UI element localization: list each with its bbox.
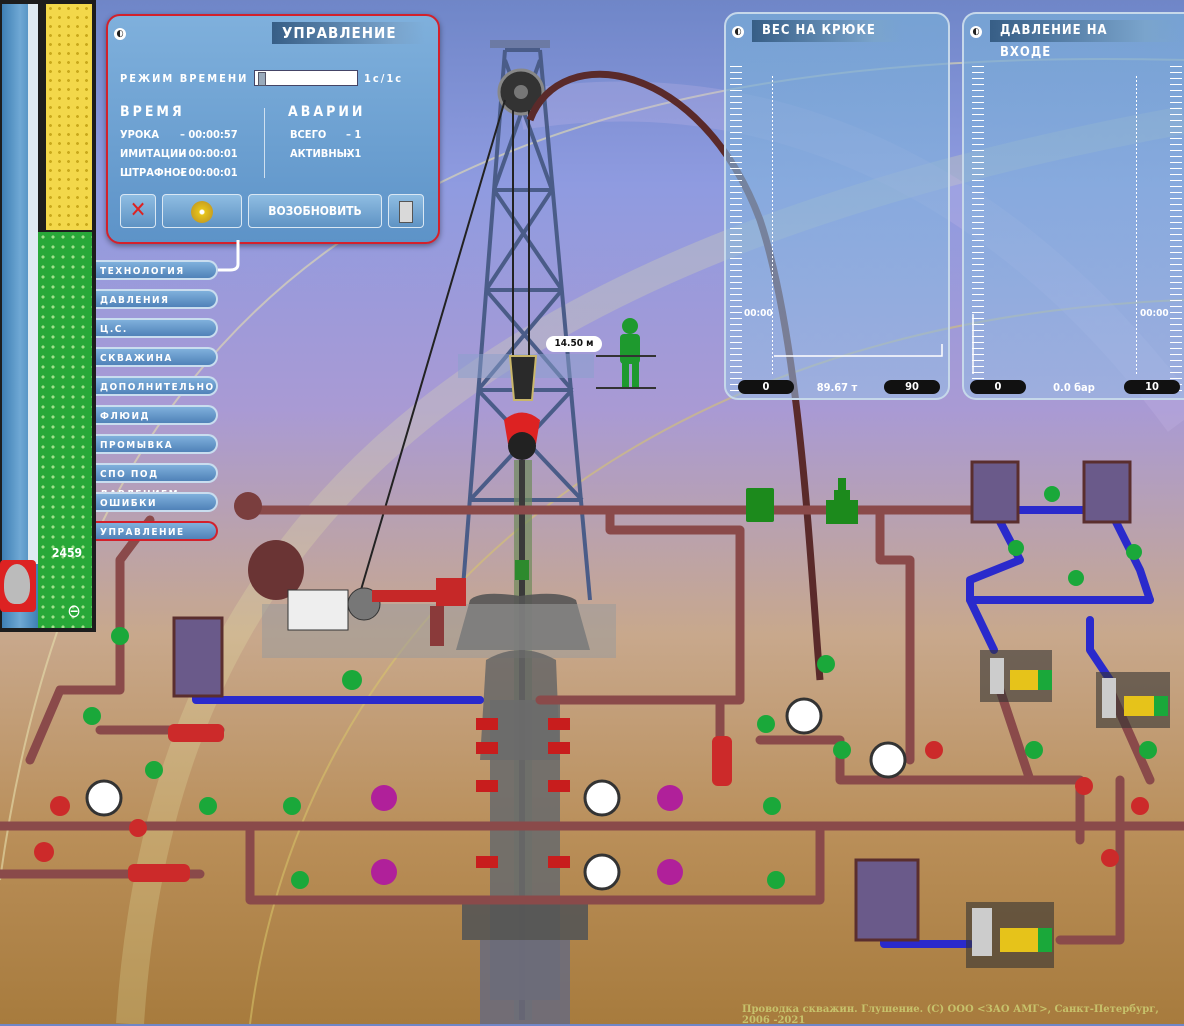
alarms-active-value: – 1: [346, 147, 362, 160]
hook-weight-gauge-title: ВЕС НА КРЮКЕ: [752, 20, 904, 42]
disk-button[interactable]: [162, 194, 242, 228]
control-panel-header: ◐ УПРАВЛЕНИЕ: [108, 16, 438, 44]
drill-string-indicator: [28, 4, 38, 564]
hook-weight-time: 00:00: [744, 308, 773, 319]
inlet-pressure-scale-row: 0 0.0 бар 10: [964, 378, 1184, 394]
menu-item-additional[interactable]: ДОПОЛНИТЕЛЬНО: [96, 376, 218, 396]
menu-item-well[interactable]: СКВАЖИНА: [96, 347, 218, 367]
time-lesson-value: – 00:00:57: [180, 128, 238, 141]
time-mode-label: РЕЖИМ ВРЕМЕНИ: [120, 72, 249, 85]
time-mode-value: 1с/1с: [364, 72, 404, 85]
disk-icon: [191, 200, 213, 223]
exit-button[interactable]: [388, 194, 424, 228]
menu-item-errors[interactable]: ОШИБКИ: [96, 492, 218, 512]
derrickman: [620, 318, 640, 388]
alarms-total-value: – 1: [346, 128, 362, 141]
time-lesson-label: УРОКА: [120, 128, 160, 141]
inlet-pressure-gauge: ◐ ДАВЛЕНИЕ НА ВХОДЕ 00:00 0 0.0 бар 10: [962, 12, 1184, 400]
mute-alarm-icon: ✕: [129, 198, 147, 223]
menu-item-pressures[interactable]: ДАВЛЕНИЯ: [96, 289, 218, 309]
alarms-active-label: АКТИВНЫХ: [290, 147, 355, 160]
resume-button[interactable]: ВОЗОБНОВИТЬ: [248, 194, 382, 228]
time-mode-slider[interactable]: [254, 70, 358, 86]
control-panel: ◐ УПРАВЛЕНИЕ РЕЖИМ ВРЕМЕНИ 1с/1с ВРЕМЯ У…: [106, 14, 440, 244]
time-simulation-value: – 00:00:01: [180, 147, 238, 160]
drill-bit-icon: [4, 564, 30, 604]
menu-item-flushing[interactable]: ПРОМЫВКА: [96, 434, 218, 454]
menu-item-tripping-under-pressure[interactable]: СПО ПОД ДАВЛЕНИЕМ: [96, 463, 218, 500]
inlet-pressure-max: 10: [1124, 380, 1180, 394]
time-penalty-value: – 00:00:01: [180, 166, 238, 179]
panel-select-icon[interactable]: ◐: [114, 28, 126, 40]
exit-door-icon: [399, 200, 413, 223]
hook-weight-time-line: [772, 76, 773, 376]
panel-connector: [218, 240, 240, 272]
inlet-pressure-trace: [972, 314, 974, 374]
divider: [264, 108, 265, 178]
hook-weight-trace: [774, 344, 943, 357]
hook-weight-gauge-header: ◐ ВЕС НА КРЮКЕ: [726, 14, 948, 42]
time-heading: ВРЕМЯ: [120, 104, 185, 120]
menu-item-technology[interactable]: ТЕХНОЛОГИЯ: [96, 260, 218, 280]
panel-select-icon[interactable]: ◐: [732, 26, 744, 38]
inlet-pressure-gauge-header: ◐ ДАВЛЕНИЕ НА ВХОДЕ: [964, 14, 1184, 60]
inlet-pressure-scale-right: [1170, 66, 1182, 392]
alarms-total-label: ВСЕГО: [290, 128, 327, 141]
rock-layer: [38, 232, 92, 628]
menu-item-fluid[interactable]: ФЛЮИД: [96, 405, 218, 425]
zoom-out-icon[interactable]: ⊖: [62, 600, 86, 624]
hook-weight-max: 90: [884, 380, 940, 394]
depth-value: 2459: [52, 546, 83, 560]
hook-weight-scale-row: 0 89.67 т 90: [726, 378, 948, 394]
inlet-pressure-time-line: [1136, 76, 1137, 376]
hook-weight-gauge: ◐ ВЕС НА КРЮКЕ 00:00 0 89.67 т 90: [724, 12, 950, 400]
mute-alarm-button[interactable]: ✕: [120, 194, 156, 228]
control-panel-title: УПРАВЛЕНИЕ: [272, 22, 425, 44]
inlet-pressure-time: 00:00: [1140, 308, 1169, 319]
hook-height-label: 14.50 м: [546, 336, 602, 352]
menu-item-cs[interactable]: Ц.С.: [96, 318, 218, 338]
copyright-footer: Проводка скважин. Глушение. (С) ООО <ЗАО…: [742, 1004, 1159, 1026]
time-mode-slider-thumb[interactable]: [258, 72, 266, 86]
sand-layer: [46, 4, 92, 230]
hook-weight-scale: [730, 66, 742, 392]
alarms-heading: АВАРИИ: [288, 104, 366, 120]
inlet-pressure-gauge-title: ДАВЛЕНИЕ НА ВХОДЕ: [990, 20, 1184, 60]
menu-item-control[interactable]: УПРАВЛЕНИЕ: [96, 521, 218, 541]
time-penalty-label: ШТРАФНОЕ: [120, 166, 188, 179]
time-simulation-label: ИМИТАЦИИ: [120, 147, 187, 160]
panel-select-icon[interactable]: ◐: [970, 26, 982, 38]
